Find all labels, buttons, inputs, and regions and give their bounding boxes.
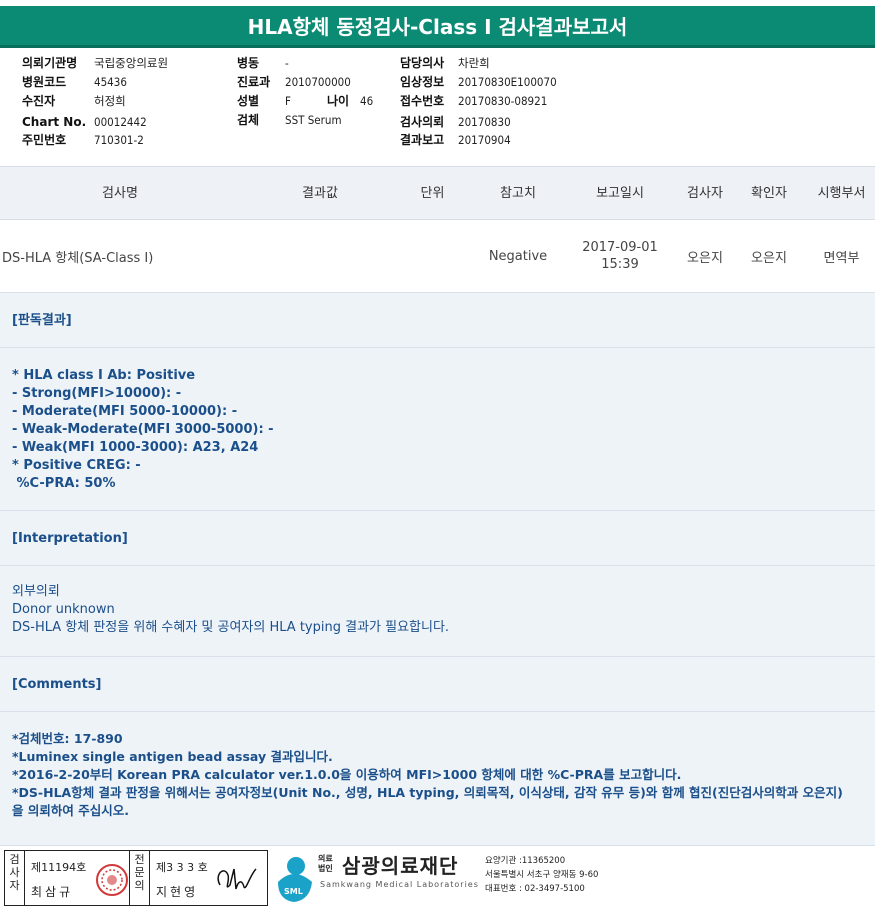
header-test-name: 검사명 xyxy=(102,186,138,201)
comments-title-section: [Comments] xyxy=(0,656,875,711)
institution-english-name: Samkwang Medical Laboratories xyxy=(320,880,479,889)
specimen-field: 검체 SST Serum xyxy=(237,113,342,127)
header-reference: 참고치 xyxy=(500,186,536,201)
institution-field: 의뢰기관명 국립중앙의료원 xyxy=(22,56,169,70)
report-date-field: 결과보고 20170904 xyxy=(400,133,511,147)
comments-body: *검체번호: 17-890 *Luminex single antigen be… xyxy=(12,731,843,818)
interpretation-title-section: [Interpretation] xyxy=(0,510,875,565)
report-footer: 검 사 자 제11194호 최삼규 전 문 의 제3 3 3 호 지현영 SML… xyxy=(0,846,875,915)
tester-name: 최삼규 xyxy=(31,885,74,899)
verifier-cell: 오은지 xyxy=(751,250,787,266)
sex-field: 성별 F 나이 46 xyxy=(237,94,374,108)
institution-contact-info: 요양기관 :11365200 서울특별시 서초구 양재동 9-60 대표번호 :… xyxy=(485,856,599,894)
report-datetime-cell: 2017-09-01 15:39 xyxy=(570,220,670,292)
patient-name-field: 수진자 허정희 xyxy=(22,94,126,108)
report-title: HLA항체 동정검사-Class I 검사결과보고서 xyxy=(0,6,875,48)
institution-name: 삼광의료재단 xyxy=(342,854,459,878)
header-verifier: 확인자 xyxy=(751,186,787,201)
result-cell xyxy=(270,220,370,292)
chart-no-field: Chart No. 00012442 xyxy=(22,115,147,129)
header-unit: 단위 xyxy=(420,186,445,201)
interpretation-body-section: 외부의뢰 Donor unknown DS-HLA 항체 판정을 위해 수혜자 … xyxy=(0,565,875,656)
tester-license-number: 제11194호 xyxy=(31,861,87,874)
reading-title-section: [판독결과] xyxy=(0,292,875,347)
result-table-header: 검사명 결과값 단위 참고치 보고일시 검사자 확인자 시행부서 xyxy=(0,166,875,220)
header-report-date: 보고일시 xyxy=(596,186,644,201)
svg-text:SML: SML xyxy=(284,887,303,896)
report-date: 2017-09-01 xyxy=(582,240,658,255)
institution-type: 의료 법인 xyxy=(318,854,333,873)
clinical-info-field: 임상정보 20170830E100070 xyxy=(400,75,557,89)
accession-field: 접수번호 20170830-08921 xyxy=(400,94,548,108)
tester-vertical-label: 검 사 자 xyxy=(5,851,25,905)
specialist-name: 지현영 xyxy=(156,885,199,899)
department-cell: 면역부 xyxy=(823,250,860,266)
reading-title: [판독결과] xyxy=(12,313,72,328)
test-name-cell: DS-HLA 항체(SA-Class I) xyxy=(2,250,154,266)
specialist-license-number: 제3 3 3 호 xyxy=(156,861,208,874)
hospital-code-field: 병원코드 45436 xyxy=(22,75,127,89)
institution-logo-icon: SML xyxy=(278,857,312,902)
ward-field: 병동 - xyxy=(237,56,289,70)
tester-cell: 오은지 xyxy=(687,250,723,266)
doctor-field: 담당의사 차란희 xyxy=(400,56,490,70)
interpretation-body: 외부의뢰 Donor unknown DS-HLA 항체 판정을 위해 수혜자 … xyxy=(12,584,450,635)
tester-seal-icon xyxy=(96,864,128,896)
header-department: 시행부서 xyxy=(817,186,866,201)
tester-signature: 제11194호 최삼규 xyxy=(25,851,130,905)
table-row: DS-HLA 항체(SA-Class I) Negative 2017-09-0… xyxy=(0,220,875,292)
header-tester: 검사자 xyxy=(687,186,723,201)
request-date-field: 검사의뢰 20170830 xyxy=(400,115,511,129)
specialist-signature: 제3 3 3 호 지현영 xyxy=(150,851,267,905)
report-time: 15:39 xyxy=(601,257,639,272)
header-result: 결과값 xyxy=(302,186,338,201)
interpretation-title: [Interpretation] xyxy=(12,531,128,546)
reference-cell: Negative xyxy=(488,248,548,264)
specialist-vertical-label: 전 문 의 xyxy=(130,851,150,905)
reading-body-section: * HLA class I Ab: Positive - Strong(MFI>… xyxy=(0,347,875,510)
unit-cell xyxy=(395,220,470,292)
comments-title: [Comments] xyxy=(12,677,102,692)
patient-info: 의뢰기관명 국립중앙의료원 병원코드 45436 수진자 허정희 Chart No. 0… xyxy=(0,52,875,162)
comments-body-section: *검체번호: 17-890 *Luminex single antigen be… xyxy=(0,711,875,846)
signature-box: 검 사 자 제11194호 최삼규 전 문 의 제3 3 3 호 지현영 xyxy=(4,850,268,906)
handwritten-signature-icon xyxy=(217,868,257,890)
resident-no-field: 주민번호 710301-2 xyxy=(22,133,144,147)
dept-field: 진료과 2010700000 xyxy=(237,75,351,89)
reading-body: * HLA class I Ab: Positive - Strong(MFI>… xyxy=(12,368,274,491)
